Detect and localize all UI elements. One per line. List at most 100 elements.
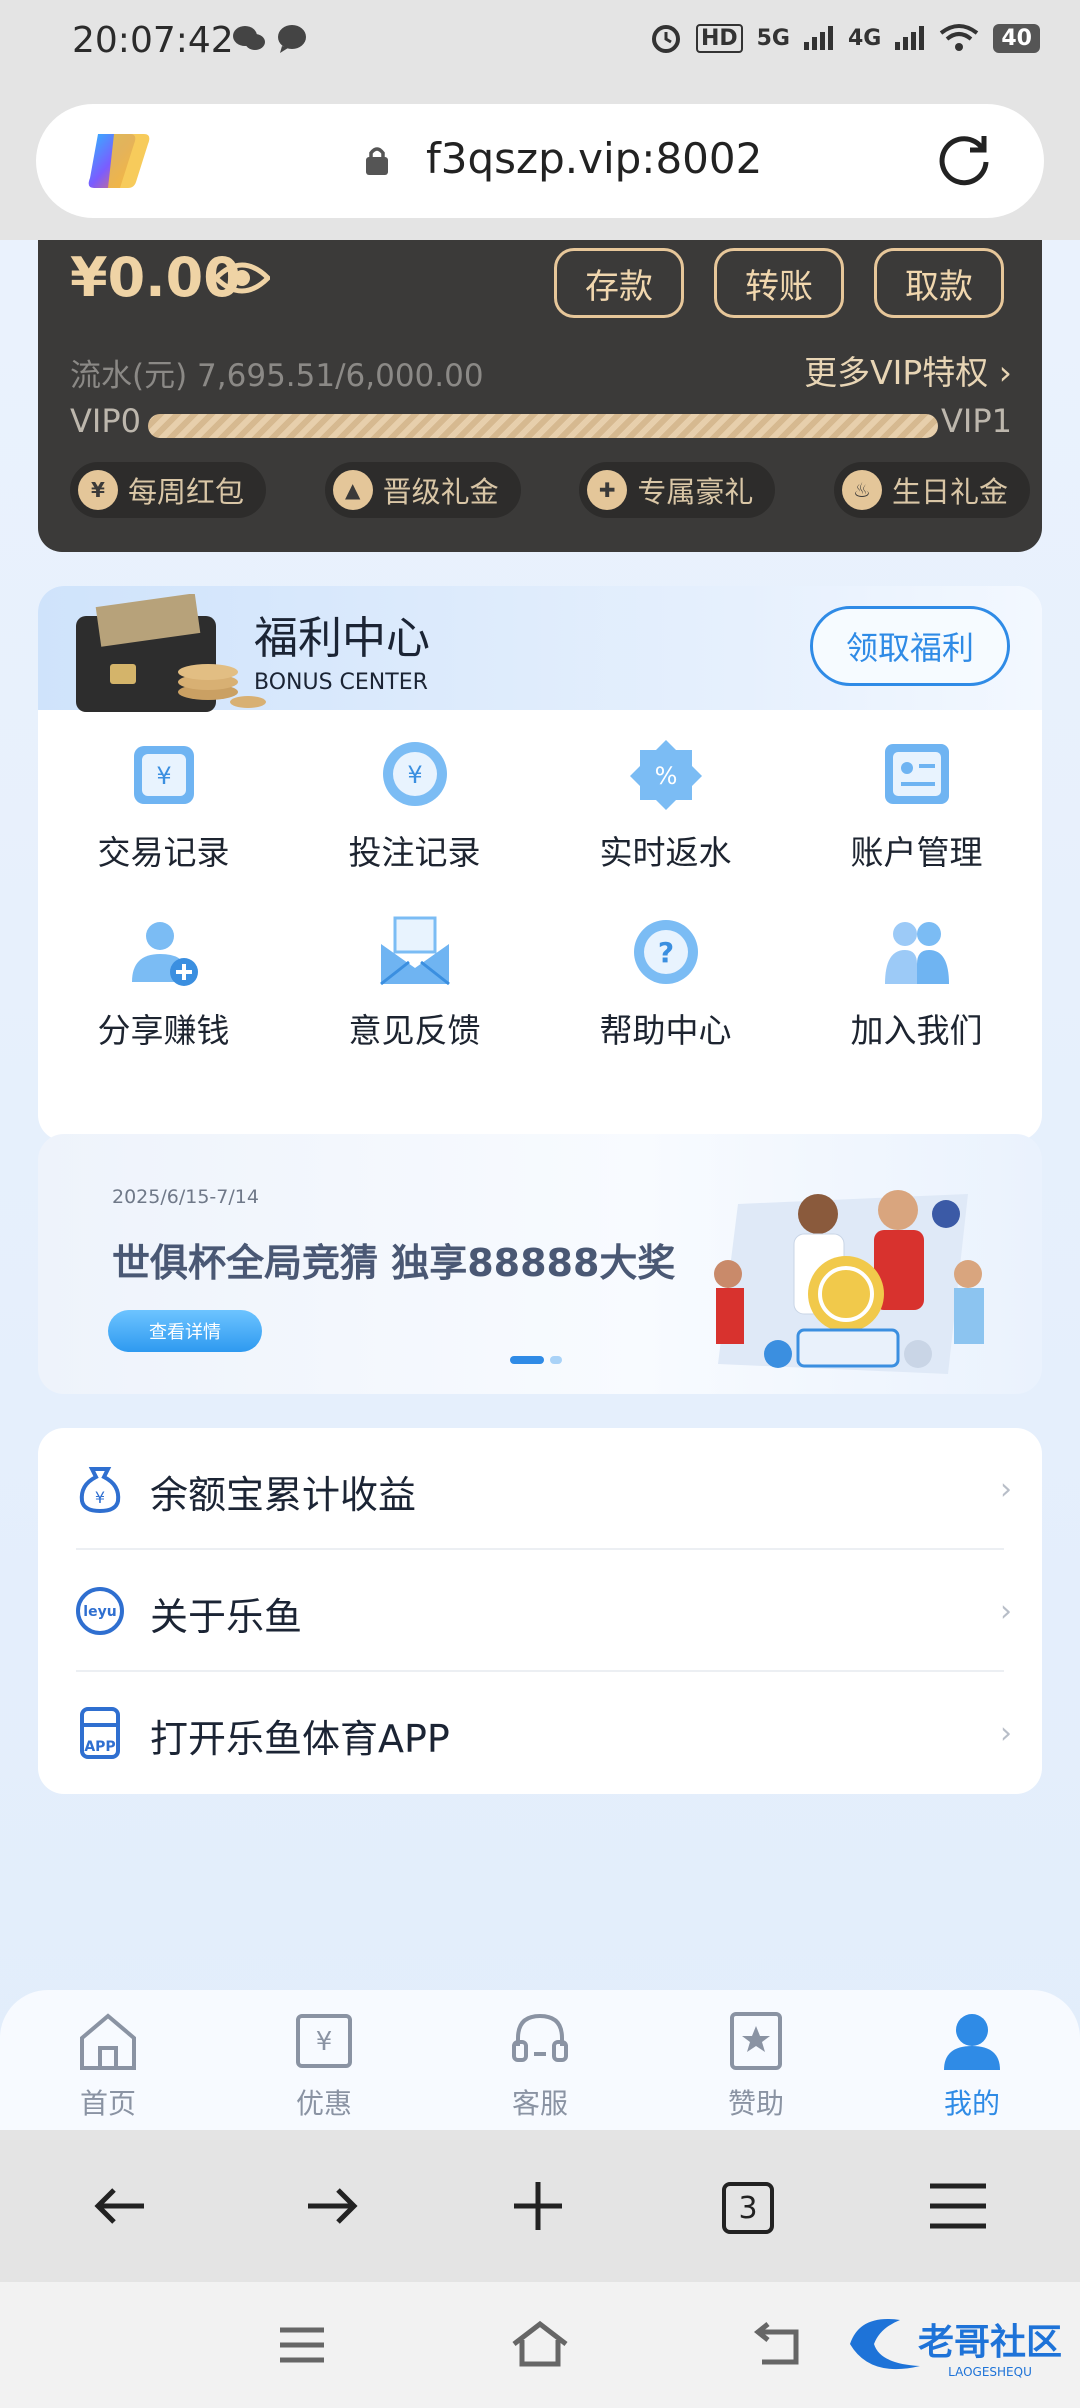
grid-item-label: 交易记录 bbox=[97, 833, 230, 872]
laogeshequ-watermark-logo: 老哥社区 LAOGESHEQU bbox=[850, 2319, 1062, 2379]
banner-date: 2025/6/15-7/14 bbox=[112, 1186, 259, 1208]
browser-toolbar: 3 bbox=[0, 2130, 1080, 2282]
address-bar[interactable]: f3qszp.vip:8002 bbox=[36, 104, 1044, 218]
banner-detail-button[interactable]: 查看详情 bbox=[108, 1310, 262, 1352]
join-icon bbox=[884, 922, 949, 984]
site-tab-bar: 首页 ¥ 优惠 客服 赞助 我的 bbox=[0, 1990, 1080, 2130]
grid-item-label: 分享赚钱 bbox=[97, 1011, 230, 1050]
menu-list: ¥ 余额宝累计收益 › leyu 关于乐鱼 › APP 打开乐鱼体育APP › bbox=[38, 1428, 1042, 1794]
chevron-right-icon: › bbox=[998, 353, 1012, 392]
list-item-open-app[interactable]: APP 打开乐鱼体育APP › bbox=[38, 1672, 1042, 1793]
perk-birthday-bonus[interactable]: ♨ 生日礼金 bbox=[833, 462, 1030, 518]
grid-item-account[interactable]: 账户管理 bbox=[791, 736, 1042, 874]
user-icon bbox=[944, 2014, 1000, 2070]
more-vip-link[interactable]: 更多VIP特权 › bbox=[804, 346, 1012, 394]
reload-icon[interactable] bbox=[934, 128, 994, 188]
svg-text:?: ? bbox=[657, 936, 673, 969]
page-content: ¥0.00 存款 转账 取款 流水(元) 7,695.51/6,000.00 更… bbox=[0, 240, 1080, 2130]
more-vip-label: 更多VIP特权 bbox=[804, 353, 989, 392]
recent-apps-icon[interactable] bbox=[272, 2320, 332, 2370]
grid-item-feedback[interactable]: 意见反馈 bbox=[289, 914, 540, 1052]
svg-text:¥: ¥ bbox=[156, 762, 171, 790]
leyu-logo-icon: leyu bbox=[76, 1587, 124, 1635]
list-item-label: 打开乐鱼体育APP bbox=[150, 1717, 450, 1761]
banner-dot-active[interactable] bbox=[510, 1356, 544, 1364]
grid-item-label: 账户管理 bbox=[850, 833, 983, 872]
svg-text:¥: ¥ bbox=[316, 2027, 333, 2057]
bonus-center-card: 福利中心 BONUS CENTER 领取福利 ¥ 交易记录 ¥ 投注记录 % 实… bbox=[38, 586, 1042, 1141]
new-tab-plus-icon[interactable] bbox=[508, 2176, 568, 2236]
perk-upgrade-bonus[interactable]: ▲ 晋级礼金 bbox=[324, 462, 521, 518]
tab-label: 首页 bbox=[79, 2087, 136, 2120]
bonus-center-subtitle: BONUS CENTER bbox=[254, 670, 428, 695]
deposit-button[interactable]: 存款 bbox=[554, 248, 684, 318]
grid-item-help[interactable]: ? 帮助中心 bbox=[540, 914, 791, 1052]
perk-label: 晋级礼金 bbox=[382, 475, 499, 509]
tab-label: 客服 bbox=[511, 2087, 568, 2120]
4g-label: 4G bbox=[848, 25, 882, 51]
turnover-text: 流水(元) 7,695.51/6,000.00 bbox=[70, 358, 484, 394]
claim-bonus-button[interactable]: 领取福利 bbox=[810, 606, 1010, 686]
status-icons: HD 5G 4G 40 bbox=[650, 22, 1040, 54]
browser-url-area: f3qszp.vip:8002 bbox=[0, 90, 1080, 240]
tab-promotions[interactable]: ¥ 优惠 bbox=[264, 2010, 384, 2122]
signal-4g-icon bbox=[895, 26, 925, 50]
vip-progress-bar bbox=[148, 414, 938, 438]
money-bag-icon: ¥ bbox=[79, 1467, 121, 1514]
list-item-yuebao[interactable]: ¥ 余额宝累计收益 › bbox=[38, 1428, 1042, 1549]
system-nav-bar: 老哥社区 LAOGESHEQU bbox=[0, 2282, 1080, 2408]
withdraw-button[interactable]: 取款 bbox=[874, 248, 1004, 318]
forward-arrow-icon[interactable] bbox=[300, 2176, 360, 2236]
list-item-label: 余额宝累计收益 bbox=[150, 1473, 417, 1517]
copilot-logo-icon[interactable] bbox=[84, 128, 154, 194]
transfer-button[interactable]: 转账 bbox=[714, 248, 844, 318]
wifi-icon bbox=[940, 24, 979, 51]
grid-item-share[interactable]: 分享赚钱 bbox=[38, 914, 289, 1052]
tab-label: 我的 bbox=[943, 2087, 1000, 2120]
bonus-center-title: 福利中心 bbox=[254, 613, 430, 664]
grid-item-trade-record[interactable]: ¥ 交易记录 bbox=[38, 736, 289, 874]
cake-icon: ♨ bbox=[841, 470, 882, 510]
back-nav-icon[interactable] bbox=[748, 2320, 808, 2370]
grid-item-label: 实时返水 bbox=[599, 833, 732, 872]
lock-icon bbox=[366, 147, 388, 175]
tab-home[interactable]: 首页 bbox=[48, 2010, 168, 2122]
banner-title: 世俱杯全局竞猜 独享88888大奖 bbox=[112, 1241, 676, 1285]
back-arrow-icon[interactable] bbox=[92, 2176, 152, 2236]
tab-mine[interactable]: 我的 bbox=[912, 2010, 1032, 2122]
rebate-icon: % bbox=[629, 740, 702, 810]
home-nav-icon[interactable] bbox=[510, 2320, 570, 2370]
grid-item-label: 投注记录 bbox=[348, 833, 481, 872]
banner-dot[interactable] bbox=[550, 1356, 562, 1364]
trade-record-icon: ¥ bbox=[133, 746, 194, 804]
battery-level: 40 bbox=[993, 23, 1040, 53]
url-text: f3qszp.vip:8002 bbox=[426, 134, 763, 183]
eye-icon[interactable] bbox=[214, 258, 270, 298]
grid-item-rebate[interactable]: % 实时返水 bbox=[540, 736, 791, 874]
vip-perks: ¥ 每周红包 ▲ 晋级礼金 ✚ 专属豪礼 ♨ 生日礼金 bbox=[70, 462, 1030, 518]
redpacket-icon: ¥ bbox=[78, 470, 118, 510]
grid-item-bet-record[interactable]: ¥ 投注记录 bbox=[289, 736, 540, 874]
list-item-label: 关于乐鱼 bbox=[150, 1595, 303, 1639]
menu-hamburger-icon[interactable] bbox=[928, 2176, 988, 2236]
list-item-about[interactable]: leyu 关于乐鱼 › bbox=[38, 1550, 1042, 1671]
perk-label: 专属豪礼 bbox=[637, 475, 754, 509]
tab-count-button[interactable]: 3 bbox=[722, 2182, 774, 2234]
perk-label: 生日礼金 bbox=[891, 475, 1008, 509]
grid-item-join[interactable]: 加入我们 bbox=[791, 914, 1042, 1052]
coupon-icon: ¥ bbox=[296, 2014, 352, 2068]
perk-exclusive-gift[interactable]: ✚ 专属豪礼 bbox=[579, 462, 776, 518]
app-icon: APP bbox=[80, 1707, 120, 1759]
svg-text:老哥社区: 老哥社区 bbox=[918, 2322, 1062, 2363]
account-icon bbox=[884, 744, 949, 804]
grid-item-label: 帮助中心 bbox=[599, 1011, 732, 1050]
tab-support[interactable]: 客服 bbox=[480, 2010, 600, 2122]
status-time: 20:07:42 bbox=[72, 20, 234, 61]
vip-level-current: VIP0 bbox=[70, 402, 141, 440]
bet-record-icon: ¥ bbox=[382, 742, 447, 806]
wallet-icon bbox=[76, 594, 266, 712]
help-icon: ? bbox=[633, 920, 698, 984]
tab-sponsor[interactable]: 赞助 bbox=[696, 2010, 816, 2122]
promo-banner[interactable]: 2025/6/15-7/14 世俱杯全局竞猜 独享88888大奖 查看详情 bbox=[38, 1134, 1042, 1394]
perk-weekly-redpacket[interactable]: ¥ 每周红包 bbox=[70, 462, 267, 518]
